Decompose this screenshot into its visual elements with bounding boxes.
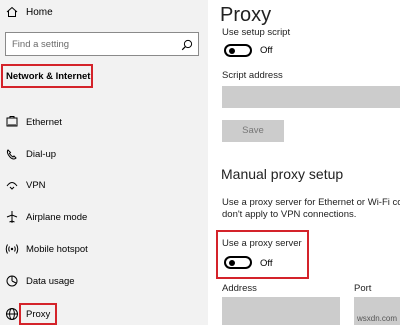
setup-script-label: Use setup script (222, 27, 291, 38)
proxy-server-toggle[interactable] (224, 256, 252, 269)
data-usage-icon (5, 274, 19, 293)
sidebar-item-label: VPN (26, 180, 46, 191)
main-panel: Proxy Use setup script Off Script addres… (208, 0, 400, 325)
sidebar-item-proxy[interactable]: Proxy (0, 303, 208, 325)
sidebar-item-label: Ethernet (26, 117, 62, 128)
search-input[interactable]: Find a setting (5, 32, 199, 56)
proxy-server-state: Off (260, 258, 273, 269)
highlight-box-proxy (19, 303, 57, 325)
save-label: Save (242, 125, 264, 136)
search-icon[interactable] (181, 38, 193, 56)
sidebar: Home Find a setting Network & Internet E… (0, 0, 208, 325)
manual-proxy-description: Use a proxy server for Ethernet or Wi-Fi… (222, 197, 400, 221)
sidebar-item-airplane-mode[interactable]: Airplane mode (0, 208, 208, 228)
sidebar-item-mobile-hotspot[interactable]: Mobile hotspot (0, 240, 208, 260)
toggle-knob (229, 260, 235, 266)
setup-script-state: Off (260, 45, 273, 56)
port-label: Port (354, 283, 372, 294)
dialup-icon (5, 147, 19, 166)
home-nav-item[interactable]: Home (6, 5, 53, 23)
sidebar-item-label: Data usage (26, 276, 75, 287)
home-icon (6, 5, 18, 23)
manual-proxy-title: Manual proxy setup (221, 166, 344, 182)
sidebar-item-ethernet[interactable]: Ethernet (0, 113, 208, 133)
globe-icon (5, 307, 19, 325)
setup-script-toggle[interactable] (224, 44, 252, 57)
sidebar-item-label: Airplane mode (26, 212, 88, 223)
sidebar-item-data-usage[interactable]: Data usage (0, 272, 208, 292)
sidebar-item-vpn[interactable]: VPN (0, 176, 208, 196)
proxy-server-label: Use a proxy server (222, 238, 302, 249)
section-title: Network & Internet (6, 71, 91, 82)
section-header-network: Network & Internet (1, 64, 93, 88)
sidebar-item-dial-up[interactable]: Dial-up (0, 145, 208, 165)
home-label: Home (26, 7, 53, 18)
page-title: Proxy (220, 4, 272, 26)
toggle-knob (229, 48, 235, 54)
airplane-icon (5, 210, 19, 229)
hotspot-icon (5, 242, 19, 261)
script-address-input[interactable] (222, 86, 400, 108)
sidebar-item-label: Mobile hotspot (26, 244, 88, 255)
description-line: don't apply to VPN connections. (222, 209, 357, 220)
search-placeholder: Find a setting (12, 39, 70, 50)
sidebar-item-label: Dial-up (26, 149, 57, 160)
description-line: Use a proxy server for Ethernet or Wi-Fi… (222, 197, 400, 208)
ethernet-icon (5, 115, 19, 134)
address-input[interactable] (222, 297, 340, 325)
save-button[interactable]: Save (222, 120, 284, 142)
script-address-label: Script address (222, 70, 283, 81)
address-label: Address (222, 283, 257, 294)
watermark: wsxdn.com (356, 314, 397, 323)
vpn-icon (5, 178, 19, 197)
